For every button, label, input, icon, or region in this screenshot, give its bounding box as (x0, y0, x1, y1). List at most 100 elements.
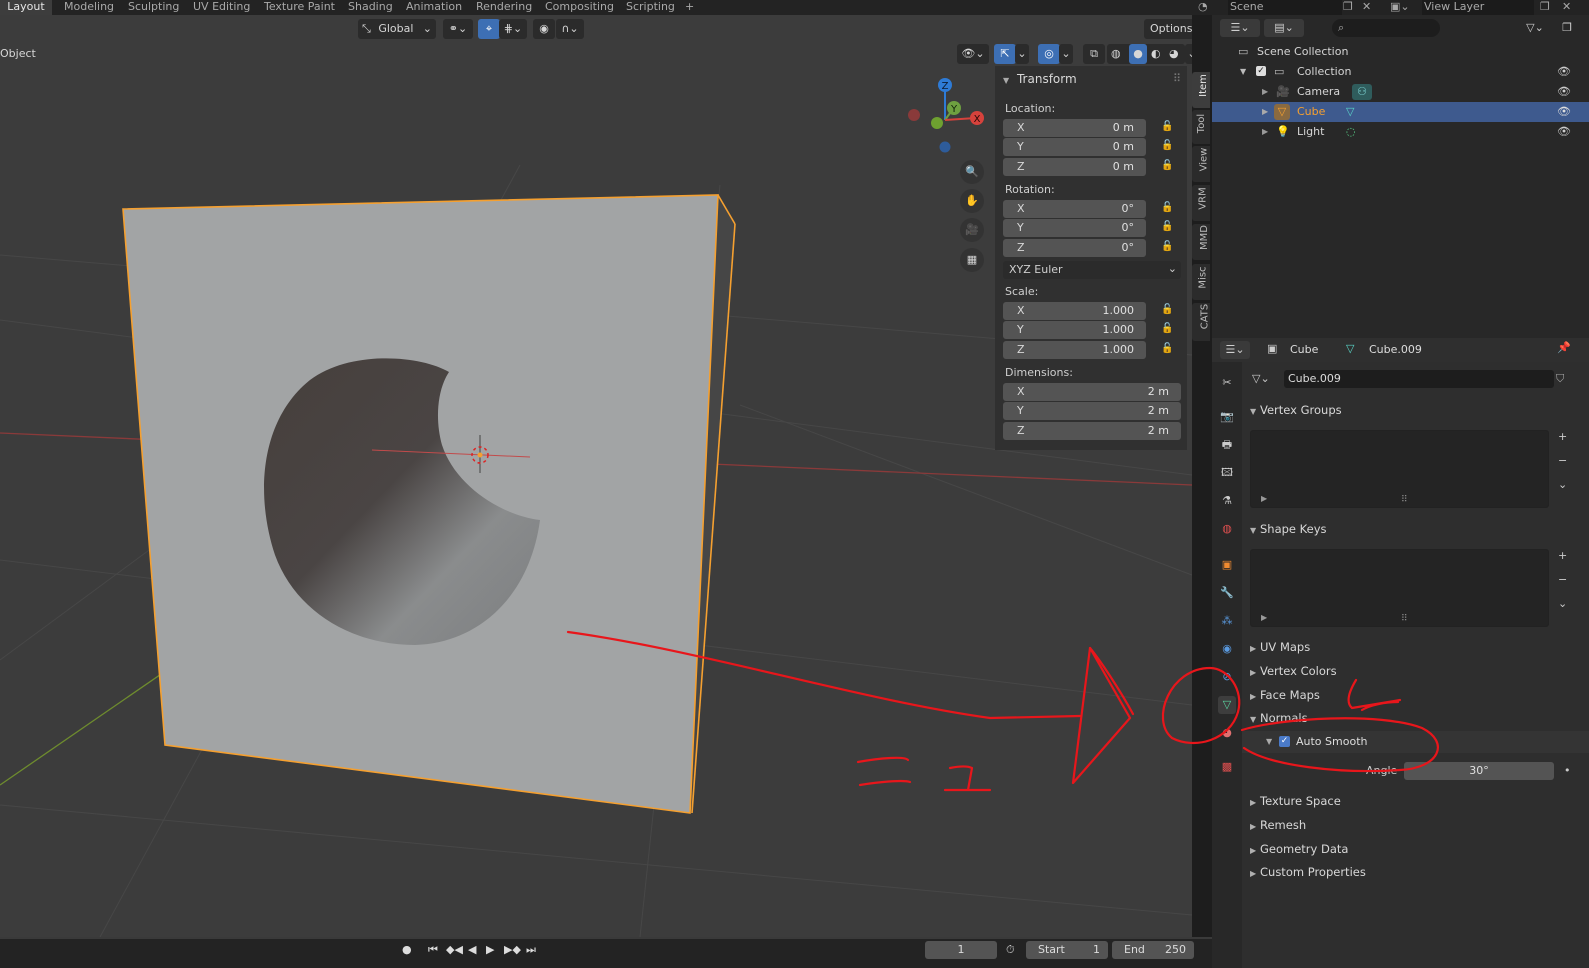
end-frame-field[interactable]: End 250 (1112, 941, 1194, 959)
custom-properties-header[interactable]: ▶ Custom Properties (1242, 861, 1589, 883)
lock-icon[interactable]: 🔓 (1161, 304, 1175, 316)
tab-shading[interactable]: Shading (348, 0, 393, 15)
current-frame-field[interactable]: 1 (925, 941, 997, 959)
rendered-shading-icon[interactable]: ◕ (1169, 44, 1179, 64)
outliner-row-cube[interactable]: ▶ ▽ Cube ▽ 👁 (1212, 102, 1589, 122)
auto-smooth-checkbox[interactable]: ✓ (1279, 736, 1290, 747)
vertex-groups-header[interactable]: ▼ Vertex Groups (1242, 399, 1589, 421)
tab-texture-paint[interactable]: Texture Paint (264, 0, 335, 15)
sidebar-tab-view[interactable]: View (1192, 146, 1210, 182)
material-shading-icon[interactable]: ◐ (1151, 44, 1161, 64)
outliner-row-scene-collection[interactable]: ▭ Scene Collection (1212, 42, 1589, 62)
wireframe-shading-icon[interactable]: ◍ (1111, 44, 1121, 64)
outliner-row-light[interactable]: ▶ 💡 Light ◌ 👁 (1212, 122, 1589, 142)
add-shape-key-button[interactable]: + (1558, 549, 1567, 562)
rotation-x-field[interactable]: X 0° (1003, 200, 1146, 218)
fake-user-shield-icon[interactable]: ⛉ (1556, 370, 1572, 388)
location-x-field[interactable]: X0 m (1003, 119, 1146, 137)
material-tab-icon[interactable]: ◕ (1218, 724, 1236, 742)
tool-tab-icon[interactable]: ✂ (1218, 374, 1236, 392)
play-icon[interactable]: ▶ (486, 943, 494, 956)
ortho-grid-icon[interactable]: ▦ (960, 248, 984, 272)
render-tab-icon[interactable]: 📷 (1218, 408, 1236, 426)
orientation-dropdown[interactable]: ⤡ Global ⌄ (358, 19, 436, 39)
tab-uv-editing[interactable]: UV Editing (193, 0, 250, 15)
texture-tab-icon[interactable]: ▩ (1218, 758, 1236, 776)
texture-space-header[interactable]: ▶ Texture Space (1242, 790, 1589, 812)
expand-triangle-icon[interactable]: ▶ (1262, 82, 1268, 102)
editor-type-dropdown[interactable]: ☰⌄ (1220, 19, 1260, 37)
sidebar-tab-vrm[interactable]: VRM (1192, 185, 1210, 221)
outliner-search-input[interactable]: ⌕ (1332, 19, 1440, 37)
editor-type-dropdown[interactable]: ☰⌄ (1220, 341, 1250, 359)
vertex-groups-list[interactable]: ▶ ⠿ (1250, 430, 1549, 508)
tab-sculpting[interactable]: Sculpting (128, 0, 179, 15)
sidebar-tab-misc[interactable]: Misc (1192, 264, 1210, 300)
collapse-triangle-icon[interactable]: ▼ (1266, 737, 1272, 746)
solid-shading-icon[interactable]: ● (1129, 44, 1147, 64)
new-collection-icon[interactable]: ❐ (1557, 19, 1577, 37)
dimensions-x-field[interactable]: X2 m (1003, 383, 1181, 401)
shape-keys-header[interactable]: ▼ Shape Keys (1242, 518, 1589, 540)
geometry-data-header[interactable]: ▶ Geometry Data (1242, 838, 1589, 860)
add-vertex-group-button[interactable]: + (1558, 430, 1567, 443)
vertex-colors-header[interactable]: ▶ Vertex Colors (1242, 660, 1589, 682)
scene-tab-icon[interactable]: ⚗ (1218, 492, 1236, 510)
expand-triangle-icon[interactable]: ▶ (1262, 102, 1268, 122)
tab-modeling[interactable]: Modeling (64, 0, 114, 15)
mesh-datablock-field[interactable]: Cube.009 (1284, 370, 1554, 388)
angle-field[interactable]: 30° (1404, 762, 1554, 780)
pivot-point-dropdown[interactable]: ⚭⌄ (443, 19, 473, 39)
shading-dropdown[interactable]: ⌄ (1185, 44, 1192, 64)
lock-icon[interactable]: 🔓 (1161, 221, 1175, 233)
tab-layout[interactable]: Layout (0, 0, 52, 15)
eye-icon[interactable]: 👁 (1557, 102, 1571, 122)
scale-y-field[interactable]: Y 1.000 (1003, 321, 1146, 339)
mesh-data-icon[interactable]: ▽ (1346, 102, 1354, 122)
tab-compositing[interactable]: Compositing (545, 0, 614, 15)
clock-icon[interactable]: ⏱ (1006, 943, 1015, 957)
view-layer-tab-icon[interactable]: 🖾 (1218, 464, 1236, 482)
snap-target-dropdown[interactable]: ⋕⌄ (499, 19, 527, 39)
scale-x-field[interactable]: X 1.000 (1003, 302, 1146, 320)
view-layer-selector[interactable]: View Layer (1422, 0, 1534, 15)
eye-icon[interactable]: 👁 (1557, 82, 1571, 102)
particles-tab-icon[interactable]: ⁂ (1218, 612, 1236, 630)
outliner-row-collection[interactable]: ▼ ✓ ▭ Collection 👁 (1212, 62, 1589, 82)
world-tab-icon[interactable]: ◍ (1218, 520, 1236, 538)
output-tab-icon[interactable]: 🖶 (1218, 436, 1236, 454)
rotation-mode-dropdown[interactable]: XYZ Euler ⌄ (1003, 261, 1181, 279)
scale-z-field[interactable]: Z 1.000 (1003, 341, 1146, 359)
eye-icon[interactable]: 👁 (1557, 122, 1571, 142)
mesh-data-tab-icon[interactable]: ▽ (1218, 696, 1236, 714)
tab-scripting[interactable]: Scripting (626, 0, 675, 15)
lock-icon[interactable]: 🔓 (1161, 323, 1175, 335)
jump-start-icon[interactable]: ⏮ (428, 943, 438, 957)
transform-panel-header[interactable]: ▼ Transform (1003, 72, 1077, 86)
shape-keys-list[interactable]: ▶ ⠿ (1250, 549, 1549, 627)
location-y-field[interactable]: Y0 m (1003, 138, 1146, 156)
sidebar-tab-cats[interactable]: CATS (1192, 303, 1210, 341)
sidebar-tab-item[interactable]: Item (1192, 72, 1210, 108)
collection-checkbox[interactable]: ✓ (1256, 66, 1266, 76)
start-frame-field[interactable]: Start 1 (1026, 941, 1108, 959)
sidebar-tab-tool[interactable]: Tool (1192, 110, 1210, 144)
object-tab-icon[interactable]: ▣ (1218, 556, 1236, 574)
next-keyframe-icon[interactable]: ▶◆ (504, 943, 521, 956)
falloff-dropdown[interactable]: ∩⌄ (556, 19, 584, 39)
camera-view-icon[interactable]: 🎥 (960, 218, 984, 242)
lock-icon[interactable]: 🔓 (1161, 160, 1175, 172)
rotation-y-field[interactable]: Y 0° (1003, 219, 1146, 237)
drag-handle-icon[interactable]: ⠿ (1173, 72, 1181, 85)
expand-triangle-icon[interactable]: ▶ (1262, 122, 1268, 142)
pin-icon[interactable]: 📌 (1557, 341, 1571, 354)
remesh-header[interactable]: ▶ Remesh (1242, 814, 1589, 836)
resize-handle-icon[interactable]: ⠿ (1401, 495, 1408, 505)
prev-keyframe-icon[interactable]: ◆◀ (446, 943, 463, 956)
rotation-z-field[interactable]: Z 0° (1003, 239, 1146, 257)
visibility-dropdown[interactable]: 👁⌄ (957, 44, 989, 64)
delete-view-layer-icon[interactable]: ✕ (1562, 0, 1576, 15)
display-mode-dropdown[interactable]: ▤⌄ (1264, 19, 1304, 37)
tab-animation[interactable]: Animation (406, 0, 462, 15)
gizmo-dropdown[interactable]: ⌄ (1015, 44, 1029, 64)
